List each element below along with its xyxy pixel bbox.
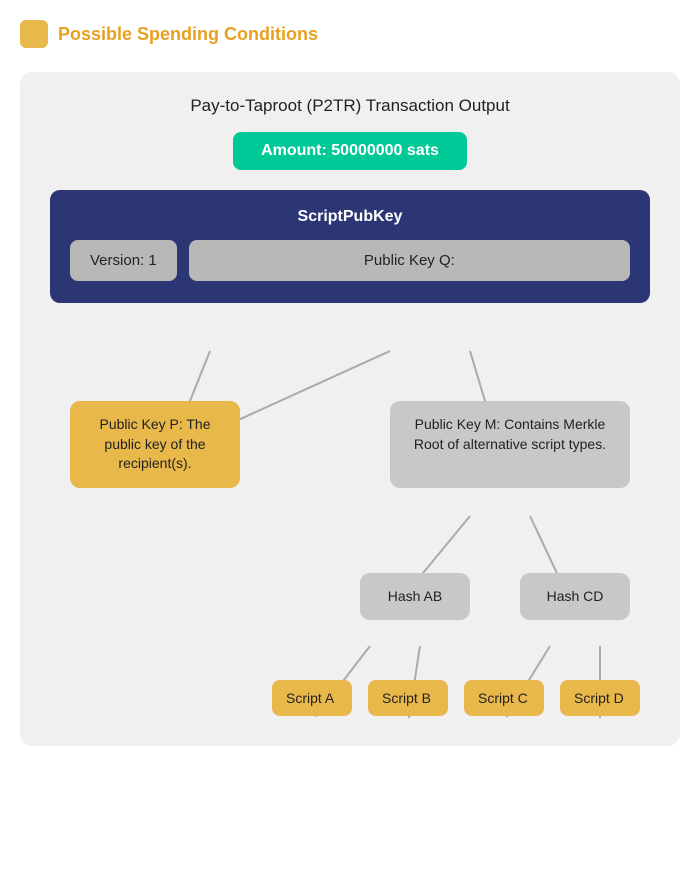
header-icon bbox=[20, 20, 48, 48]
script-b-node: Script B bbox=[368, 680, 448, 716]
diagram-container: Pay-to-Taproot (P2TR) Transaction Output… bbox=[20, 72, 680, 333]
script-a-node: Script A bbox=[272, 680, 352, 716]
amount-badge: Amount: 50000000 sats bbox=[233, 132, 467, 170]
hash-ab-node: Hash AB bbox=[360, 573, 470, 621]
scriptpubkey-row: Version: 1 Public Key Q: bbox=[70, 240, 630, 281]
diagram-title: Pay-to-Taproot (P2TR) Transaction Output bbox=[50, 96, 650, 116]
level3-nodes: Script A Script B Script C Script D bbox=[40, 680, 660, 716]
pubkey-p-node: Public Key P: The public key of the reci… bbox=[70, 401, 240, 488]
level1-nodes: Public Key P: The public key of the reci… bbox=[40, 401, 660, 488]
hash-cd-node: Hash CD bbox=[520, 573, 630, 621]
level2-nodes: Hash AB Hash CD bbox=[40, 573, 660, 621]
scriptpubkey-title: ScriptPubKey bbox=[70, 208, 630, 226]
header: Possible Spending Conditions bbox=[20, 20, 680, 48]
version-cell: Version: 1 bbox=[70, 240, 177, 281]
header-title: Possible Spending Conditions bbox=[58, 24, 318, 45]
pubkey-q-cell: Public Key Q: bbox=[189, 240, 630, 281]
script-d-node: Script D bbox=[560, 680, 640, 716]
script-c-node: Script C bbox=[464, 680, 544, 716]
pubkey-m-node: Public Key M: Contains Merkle Root of al… bbox=[390, 401, 630, 488]
scriptpubkey-box: ScriptPubKey Version: 1 Public Key Q: bbox=[50, 190, 650, 303]
